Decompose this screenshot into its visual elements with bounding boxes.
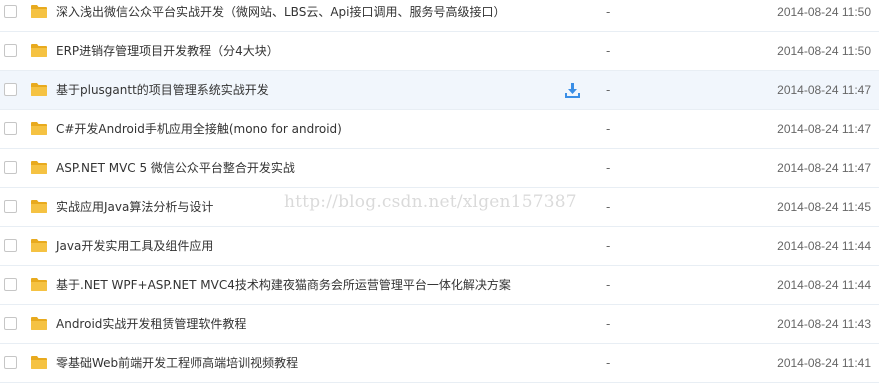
download-icon[interactable] xyxy=(564,82,581,99)
row-checkbox[interactable] xyxy=(4,317,17,330)
folder-icon xyxy=(30,43,48,58)
folder-icon xyxy=(30,199,48,214)
file-size: - xyxy=(606,44,611,58)
file-row[interactable]: Android实战开发租赁管理软件教程 - 2014-08-24 11:43 xyxy=(0,305,879,344)
file-name-link[interactable]: ERP进销存管理项目开发教程（分4大块） xyxy=(56,32,279,71)
folder-icon xyxy=(30,277,48,292)
row-checkbox[interactable] xyxy=(4,5,17,18)
file-date: 2014-08-24 11:50 xyxy=(777,44,871,58)
file-size: - xyxy=(606,239,611,253)
file-size: - xyxy=(606,278,611,292)
row-checkbox[interactable] xyxy=(4,200,17,213)
file-name-link[interactable]: ASP.NET MVC 5 微信公众平台整合开发实战 xyxy=(56,149,295,188)
folder-icon xyxy=(30,82,48,97)
row-checkbox[interactable] xyxy=(4,356,17,369)
file-date: 2014-08-24 11:47 xyxy=(777,161,871,175)
file-name-link[interactable]: Java开发实用工具及组件应用 xyxy=(56,227,213,266)
file-date: 2014-08-24 11:50 xyxy=(777,5,871,19)
row-checkbox[interactable] xyxy=(4,239,17,252)
row-checkbox[interactable] xyxy=(4,161,17,174)
file-row[interactable]: 实战应用Java算法分析与设计 - 2014-08-24 11:45 xyxy=(0,188,879,227)
folder-icon xyxy=(30,316,48,331)
file-name-link[interactable]: 零基础Web前端开发工程师高端培训视频教程 xyxy=(56,344,298,383)
file-date: 2014-08-24 11:45 xyxy=(777,200,871,214)
file-date: 2014-08-24 11:44 xyxy=(777,278,871,292)
file-date: 2014-08-24 11:47 xyxy=(777,83,871,97)
file-size: - xyxy=(606,317,611,331)
file-row[interactable]: C#开发Android手机应用全接触(mono for android) - 201… xyxy=(0,110,879,149)
file-row[interactable]: 基于plusgantt的项目管理系统实战开发 - 2014-08-24 11:47 xyxy=(0,71,879,110)
file-name-link[interactable]: 实战应用Java算法分析与设计 xyxy=(56,188,213,227)
file-size: - xyxy=(606,83,611,97)
file-name-link[interactable]: 基于.NET WPF+ASP.NET MVC4技术构建夜猫商务会所运营管理平台一… xyxy=(56,266,511,305)
folder-icon xyxy=(30,355,48,370)
file-date: 2014-08-24 11:43 xyxy=(777,317,871,331)
folder-icon xyxy=(30,160,48,175)
file-size: - xyxy=(606,122,611,136)
file-date: 2014-08-24 11:44 xyxy=(777,239,871,253)
file-size: - xyxy=(606,200,611,214)
file-row[interactable]: Java开发实用工具及组件应用 - 2014-08-24 11:44 xyxy=(0,227,879,266)
file-row[interactable]: ASP.NET MVC 5 微信公众平台整合开发实战 - 2014-08-24 11… xyxy=(0,149,879,188)
row-checkbox[interactable] xyxy=(4,83,17,96)
folder-icon xyxy=(30,121,48,136)
row-checkbox[interactable] xyxy=(4,44,17,57)
file-name-link[interactable]: 基于plusgantt的项目管理系统实战开发 xyxy=(56,71,269,110)
file-name-link[interactable]: Android实战开发租赁管理软件教程 xyxy=(56,305,246,344)
file-row[interactable]: 零基础Web前端开发工程师高端培训视频教程 - 2014-08-24 11:41 xyxy=(0,344,879,383)
file-date: 2014-08-24 11:41 xyxy=(777,356,871,370)
file-row[interactable]: 深入浅出微信公众平台实战开发（微网站、LBS云、Api接口调用、服务号高级接口）… xyxy=(0,0,879,32)
file-size: - xyxy=(606,5,611,19)
row-checkbox[interactable] xyxy=(4,278,17,291)
file-list: 深入浅出微信公众平台实战开发（微网站、LBS云、Api接口调用、服务号高级接口）… xyxy=(0,0,879,383)
folder-icon xyxy=(30,238,48,253)
file-size: - xyxy=(606,161,611,175)
file-name-link[interactable]: C#开发Android手机应用全接触(mono for android) xyxy=(56,110,342,149)
folder-icon xyxy=(30,4,48,19)
file-date: 2014-08-24 11:47 xyxy=(777,122,871,136)
file-name-link[interactable]: 深入浅出微信公众平台实战开发（微网站、LBS云、Api接口调用、服务号高级接口） xyxy=(56,0,506,32)
row-checkbox[interactable] xyxy=(4,122,17,135)
file-row[interactable]: ERP进销存管理项目开发教程（分4大块） - 2014-08-24 11:50 xyxy=(0,32,879,71)
file-row[interactable]: 基于.NET WPF+ASP.NET MVC4技术构建夜猫商务会所运营管理平台一… xyxy=(0,266,879,305)
file-size: - xyxy=(606,356,611,370)
